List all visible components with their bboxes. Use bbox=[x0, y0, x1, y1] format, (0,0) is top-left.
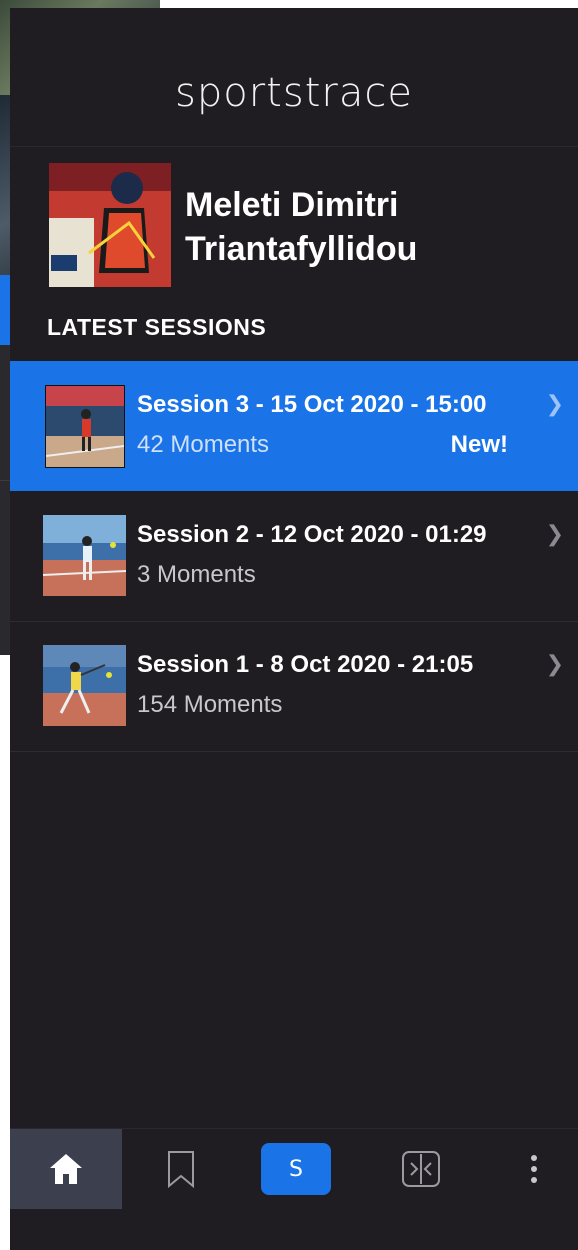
athlete-name: Meleti Dimitri Triantafyllidou bbox=[185, 186, 418, 268]
session-title: Session 2 - 12 Oct 2020 - 01:29 bbox=[137, 521, 487, 548]
session-title: Session 1 - 8 Oct 2020 - 21:05 bbox=[137, 651, 474, 678]
bookmark-icon bbox=[168, 1151, 194, 1188]
nav-home[interactable] bbox=[10, 1129, 122, 1209]
nav-more[interactable] bbox=[490, 1129, 578, 1209]
session-moments: 42 Moments bbox=[137, 431, 270, 458]
chevron-right-icon: ❯ bbox=[545, 391, 564, 416]
session-thumbnail bbox=[43, 645, 126, 726]
session-thumbnail bbox=[43, 515, 126, 596]
session-thumbnail bbox=[45, 385, 125, 468]
nav-compare[interactable] bbox=[365, 1129, 477, 1209]
session-row[interactable]: Session 2 - 12 Oct 2020 - 01:29 3 Moment… bbox=[10, 491, 578, 622]
session-moments: 154 Moments bbox=[137, 691, 283, 718]
session-moments: 3 Moments bbox=[137, 561, 256, 588]
nav-sessions[interactable]: S bbox=[240, 1129, 352, 1209]
section-title: LATEST SESSIONS bbox=[47, 314, 267, 340]
session-row[interactable]: Session 3 - 15 Oct 2020 - 15:00 42 Momen… bbox=[10, 361, 578, 491]
home-icon bbox=[50, 1154, 82, 1184]
bottom-nav: S bbox=[10, 1128, 578, 1209]
session-title: Session 3 - 15 Oct 2020 - 15:00 bbox=[137, 391, 487, 418]
session-row[interactable]: Session 1 - 8 Oct 2020 - 21:05 154 Momen… bbox=[10, 621, 578, 752]
new-badge: New! bbox=[450, 431, 508, 458]
app-panel: sportstrace Meleti Dimitri Triantafyllid… bbox=[10, 8, 578, 1250]
athlete-photo bbox=[49, 163, 171, 287]
athlete-avatar[interactable] bbox=[49, 163, 171, 287]
chevron-right-icon: ❯ bbox=[545, 521, 564, 546]
chevron-right-icon: ❯ bbox=[545, 651, 564, 676]
header-divider bbox=[10, 146, 578, 147]
sessions-icon: S bbox=[261, 1143, 331, 1195]
compare-icon bbox=[402, 1151, 440, 1187]
more-vertical-icon bbox=[531, 1155, 537, 1183]
nav-bookmarks[interactable] bbox=[125, 1129, 237, 1209]
app-logo: sportstrace bbox=[175, 70, 413, 116]
